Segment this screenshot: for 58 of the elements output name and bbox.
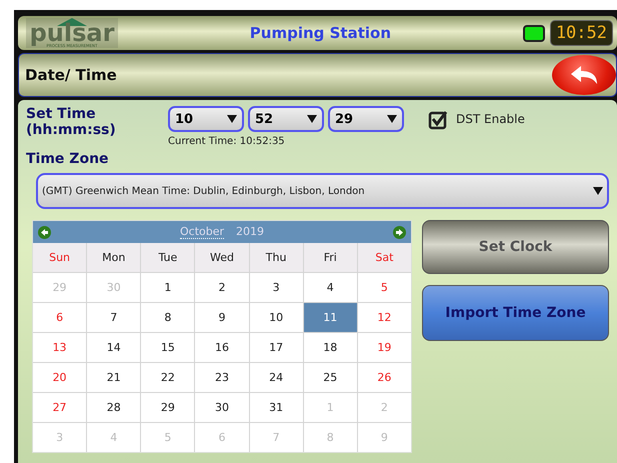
calendar-day[interactable]: 30 — [195, 393, 249, 422]
calendar-day[interactable]: 12 — [358, 303, 411, 332]
calendar-day[interactable]: 15 — [141, 333, 194, 362]
weekday-header: Wed — [195, 243, 249, 272]
calendar-day[interactable]: 25 — [304, 363, 357, 392]
current-time-text: Current Time: 10:52:35 — [168, 136, 286, 147]
calendar-day[interactable]: 19 — [358, 333, 411, 362]
calendar-day[interactable]: 24 — [250, 363, 303, 392]
calendar-day[interactable]: 31 — [250, 393, 303, 422]
weekday-header: Sat — [358, 243, 411, 272]
calendar-day[interactable]: 16 — [195, 333, 249, 362]
year-text: 2019 — [236, 225, 264, 239]
weekday-header: Fri — [304, 243, 357, 272]
calendar-day[interactable]: 14 — [87, 333, 140, 362]
app-title: Pumping Station — [248, 24, 392, 42]
calendar-day[interactable]: 11 — [304, 303, 357, 332]
calendar-day[interactable]: 1 — [141, 273, 194, 302]
time-format-label: (hh:mm:ss) — [26, 122, 117, 138]
weekday-header: Thu — [250, 243, 303, 272]
time-zone-label: Time Zone — [26, 151, 110, 167]
calendar-day[interactable]: 28 — [87, 393, 140, 422]
calendar-day[interactable]: 9 — [195, 303, 249, 332]
action-button[interactable]: Set Clock — [422, 220, 609, 274]
calendar-day[interactable]: 5 — [358, 273, 411, 302]
weekday-header: Tue — [141, 243, 194, 272]
calendar-day[interactable]: 20 — [33, 363, 86, 392]
calendar-day[interactable]: 29 — [141, 393, 194, 422]
set-time-label: Set Time — [26, 106, 97, 122]
page-title: Date/ Time — [25, 66, 117, 84]
calendar-day[interactable]: 23 — [195, 363, 249, 392]
clock-display: 10:52 — [550, 20, 613, 46]
back-button[interactable] — [552, 55, 616, 95]
time-dropdown[interactable]: 10 — [168, 106, 244, 132]
calendar-day[interactable]: 13 — [33, 333, 86, 362]
calendar-day[interactable]: 7 — [87, 303, 140, 332]
calendar-day[interactable]: 10 — [250, 303, 303, 332]
checkbox[interactable] — [428, 110, 448, 130]
calendar-day[interactable]: 27 — [33, 393, 86, 422]
calendar-day[interactable]: 26 — [358, 363, 411, 392]
calendar-day[interactable]: 2 — [195, 273, 249, 302]
action-button[interactable]: Import Time Zone — [422, 285, 609, 341]
weekday-header: Mon — [87, 243, 140, 272]
next-month-icon[interactable] — [393, 226, 406, 238]
calendar-day[interactable]: 17 — [250, 333, 303, 362]
calendar-day[interactable]: 21 — [87, 363, 140, 392]
calendar-day[interactable]: 18 — [304, 333, 357, 362]
time-dropdown[interactable]: 52 — [248, 106, 324, 132]
dst-label: DST Enable — [456, 112, 525, 126]
calendar-day[interactable]: 8 — [141, 303, 194, 332]
calendar-day[interactable]: 6 — [33, 303, 86, 332]
weekday-header: Sun — [33, 243, 86, 272]
calendar-day[interactable]: 22 — [141, 363, 194, 392]
time-dropdown[interactable]: 29 — [328, 106, 404, 132]
calendar-day[interactable]: 4 — [304, 273, 357, 302]
previous-month-icon[interactable] — [38, 226, 51, 238]
back-arrow-icon — [569, 65, 599, 85]
calendar-day[interactable]: 3 — [250, 273, 303, 302]
time-zone-dropdown[interactable]: (GMT) Greenwich Mean Time: Dublin, Edinburgh, Lisbon, London — [36, 173, 609, 209]
